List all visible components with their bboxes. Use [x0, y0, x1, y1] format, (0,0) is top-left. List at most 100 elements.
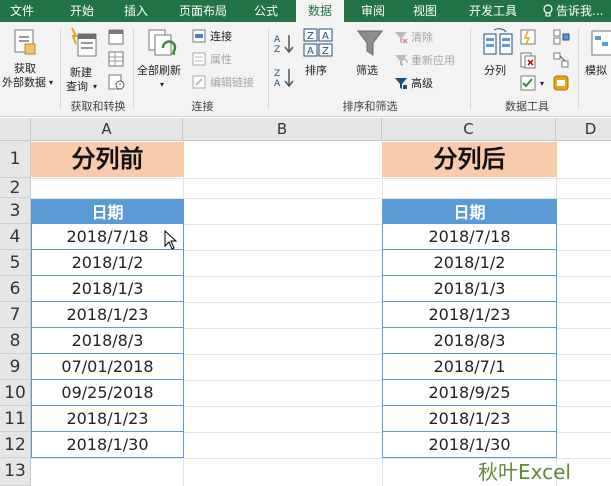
row-header-3[interactable]: 3 [0, 198, 31, 224]
cell-a12[interactable]: 2018/1/30 [31, 432, 184, 458]
flash-fill-icon[interactable] [519, 28, 537, 46]
svg-text:Z: Z [274, 69, 280, 79]
cell-a5[interactable]: 2018/1/2 [31, 250, 184, 276]
row-header-11[interactable]: 11 [0, 406, 31, 432]
properties-icon [192, 52, 206, 66]
group-label-get-transform: 获取和转换 [70, 100, 126, 113]
cell-a4[interactable]: 2018/7/18 [31, 224, 184, 250]
properties-button[interactable]: 属性 [210, 53, 232, 66]
refresh-all-label[interactable]: 全部刷新 [137, 64, 181, 77]
ribbon-separator [268, 28, 269, 110]
column-header-a[interactable]: A [31, 118, 183, 141]
tab-developer[interactable]: 开发工具 [456, 0, 530, 22]
column-header-d[interactable]: D [556, 118, 611, 141]
tell-me-search[interactable]: 告诉我... [556, 0, 611, 22]
row-header-8[interactable]: 8 [0, 328, 31, 354]
select-all-corner[interactable] [0, 118, 31, 141]
new-query-label-1[interactable]: 新建 [70, 66, 92, 79]
dropdown-arrow-icon: ▾ [540, 79, 545, 88]
relationships-icon[interactable] [552, 51, 570, 69]
cell-c6[interactable]: 2018/1/3 [382, 276, 557, 302]
ribbon-separator [60, 28, 61, 110]
worksheet[interactable]: A B C D 1 2 3 4 5 6 7 8 9 10 11 12 13 分列… [0, 118, 611, 486]
remove-duplicates-icon[interactable] [519, 51, 537, 69]
edit-links-button[interactable]: 编辑链接 [210, 76, 254, 89]
cell-a9[interactable]: 07/01/2018 [31, 354, 184, 380]
cell-a8[interactable]: 2018/8/3 [31, 328, 184, 354]
what-if-analysis-icon [591, 30, 611, 56]
tab-review[interactable]: 审阅 [350, 0, 396, 22]
dropdown-arrow-icon: ▾ [93, 82, 98, 91]
cell-a6[interactable]: 2018/1/3 [31, 276, 184, 302]
cell-a10[interactable]: 09/25/2018 [31, 380, 184, 406]
show-queries-icon[interactable] [107, 28, 125, 46]
cell-c7[interactable]: 2018/1/23 [382, 302, 557, 328]
consolidate-icon[interactable] [552, 28, 570, 46]
sort-desc-icon[interactable]: Z A [273, 66, 295, 88]
gridline [31, 178, 611, 179]
connections-button[interactable]: 连接 [210, 30, 232, 43]
cell-a7[interactable]: 2018/1/23 [31, 302, 184, 328]
tab-formulas[interactable]: 公式 [243, 0, 289, 22]
cell-c10[interactable]: 2018/9/25 [382, 380, 557, 406]
reapply-icon [395, 55, 408, 66]
data-validation-icon[interactable] [519, 74, 537, 92]
row-header-6[interactable]: 6 [0, 276, 31, 302]
column-header-c[interactable]: C [382, 118, 556, 141]
row-header-7[interactable]: 7 [0, 302, 31, 328]
text-to-columns-button[interactable]: 分列 [484, 64, 506, 77]
cell-c9[interactable]: 2018/7/1 [382, 354, 557, 380]
svg-text:A: A [307, 46, 314, 57]
row-header-9[interactable]: 9 [0, 354, 31, 380]
tab-view[interactable]: 视图 [402, 0, 448, 22]
tab-home[interactable]: 开始 [58, 0, 106, 22]
sort-asc-icon[interactable]: A Z [273, 32, 295, 54]
cell-c8[interactable]: 2018/8/3 [382, 328, 557, 354]
cell-a11[interactable]: 2018/1/23 [31, 406, 184, 432]
row-header-1[interactable]: 1 [0, 141, 31, 178]
row-header-5[interactable]: 5 [0, 250, 31, 276]
column-header-b[interactable]: B [183, 118, 382, 141]
row-header-12[interactable]: 12 [0, 432, 31, 458]
get-external-label-2[interactable]: 外部数据 [2, 76, 46, 89]
edit-links-icon [192, 75, 206, 89]
clear-filter-icon [395, 32, 408, 44]
tab-page-layout[interactable]: 页面布局 [166, 0, 240, 22]
connections-icon [192, 29, 206, 43]
data-model-icon[interactable] [552, 74, 570, 92]
from-table-icon[interactable] [107, 50, 125, 68]
what-if-button[interactable]: 模拟 [585, 64, 607, 77]
title-before-split[interactable]: 分列前 [31, 142, 184, 177]
get-external-label-1[interactable]: 获取 [14, 62, 36, 75]
recent-sources-icon[interactable] [107, 73, 125, 91]
row-header-4[interactable]: 4 [0, 224, 31, 250]
title-after-split[interactable]: 分列后 [382, 142, 557, 177]
row-header-13[interactable]: 13 [0, 458, 31, 486]
cell-c5[interactable]: 2018/1/2 [382, 250, 557, 276]
row-header-10[interactable]: 10 [0, 380, 31, 406]
advanced-filter-icon [395, 78, 407, 89]
get-external-data-icon [14, 29, 36, 55]
group-label-sort-filter: 排序和筛选 [342, 100, 398, 113]
group-label-data-tools: 数据工具 [505, 100, 549, 113]
watermark: 秋叶Excel [478, 460, 571, 484]
advanced-button[interactable]: 高级 [411, 77, 433, 90]
tab-file[interactable]: 文件 [0, 0, 44, 22]
cell-c11[interactable]: 2018/1/23 [382, 406, 557, 432]
ribbon-separator [470, 28, 471, 110]
header-date-after[interactable]: 日期 [382, 199, 557, 224]
tab-insert[interactable]: 插入 [112, 0, 160, 22]
row-header-2[interactable]: 2 [0, 178, 31, 198]
reapply-button[interactable]: 重新应用 [411, 54, 455, 67]
clear-button[interactable]: 清除 [411, 31, 433, 44]
new-query-label-2[interactable]: 查询 [66, 80, 88, 93]
svg-text:Z: Z [322, 46, 329, 57]
new-query-icon [71, 27, 97, 57]
cell-c4[interactable]: 2018/7/18 [382, 224, 557, 250]
tab-data[interactable]: 数据 [296, 0, 344, 22]
filter-button[interactable]: 筛选 [356, 64, 378, 77]
sort-button[interactable]: 排序 [305, 64, 327, 77]
cell-c12[interactable]: 2018/1/30 [382, 432, 557, 458]
svg-text:Z: Z [274, 45, 280, 54]
header-date-before[interactable]: 日期 [31, 199, 184, 224]
